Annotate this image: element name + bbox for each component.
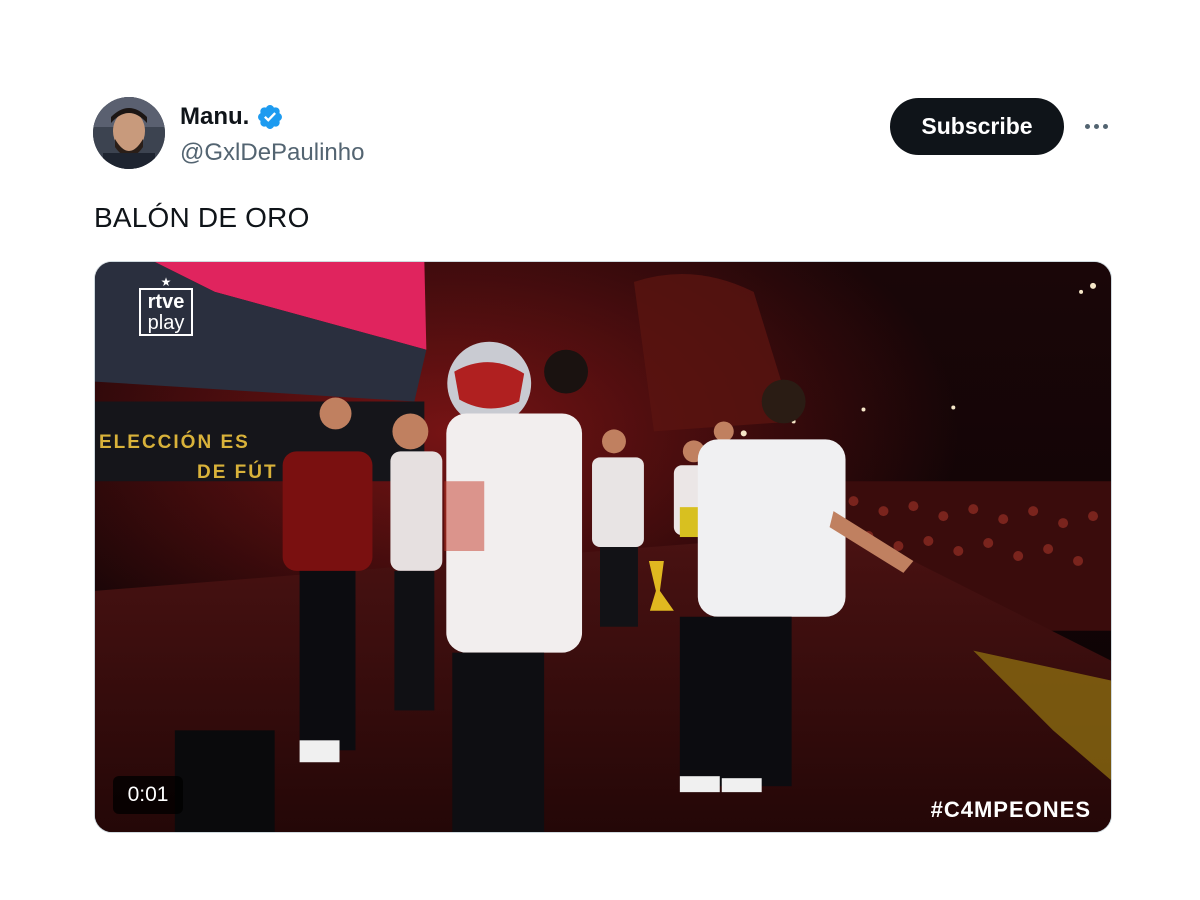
display-name[interactable]: Manu. <box>180 103 249 131</box>
video-frame <box>95 262 1111 832</box>
author-handle[interactable]: @GxlDePaulinho <box>180 139 364 167</box>
star-icon: ★ <box>160 275 172 289</box>
video-duration-badge: 0:01 <box>113 776 183 814</box>
avatar[interactable] <box>93 97 165 169</box>
video-player[interactable]: ★ rtve play ELECCIÓN ES DE FÚT 0:01 #C4M… <box>94 261 1112 833</box>
video-hashtag-overlay: #C4MPEONES <box>930 797 1091 822</box>
tweet-text: BALÓN DE ORO <box>94 202 310 233</box>
more-horizontal-icon <box>1084 123 1090 129</box>
more-options-button[interactable] <box>1076 110 1116 142</box>
verified-badge-icon <box>258 105 283 129</box>
channel-logo: ★ rtve play <box>139 276 193 346</box>
avatar-image <box>93 97 165 169</box>
author-name-row[interactable]: Manu. <box>180 103 284 131</box>
stage-banner-text: ELECCIÓN ES DE FÚT <box>99 432 278 483</box>
subscribe-button[interactable]: Subscribe <box>890 98 1064 155</box>
tweet: Manu. @GxlDePaulinho Subscribe BALÓN DE … <box>0 0 1200 900</box>
